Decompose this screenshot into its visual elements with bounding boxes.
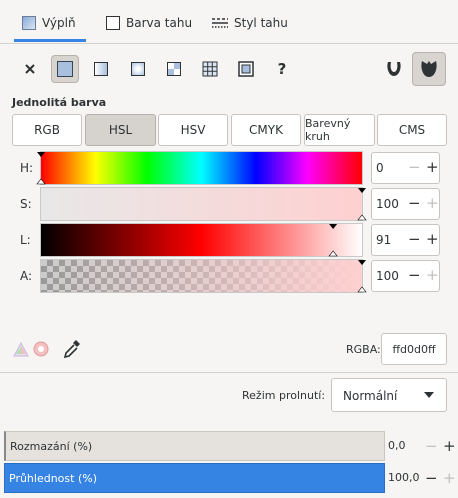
flat-color-icon — [57, 61, 73, 77]
minus-icon[interactable]: − — [408, 229, 421, 249]
section-title: Jednolitá barva — [12, 96, 107, 109]
fill-rule-nonzero-button[interactable] — [412, 52, 446, 86]
hue-slider[interactable] — [40, 151, 363, 185]
blend-mode-select[interactable]: Normální — [331, 378, 447, 412]
blur-label: Rozmazání (%) — [10, 439, 93, 453]
saturation-slider[interactable] — [40, 187, 363, 221]
alpha-value[interactable]: 100 — [376, 269, 399, 283]
plus-icon[interactable]: + — [426, 193, 439, 213]
mode-cms-button[interactable]: CMS — [377, 114, 447, 146]
paint-swatch-button[interactable] — [232, 55, 260, 83]
blur-value[interactable]: 0,0 — [388, 439, 406, 452]
saturation-label: S: — [20, 197, 32, 211]
hue-label: H: — [20, 161, 34, 175]
swatch-icon — [238, 61, 254, 77]
paint-none-button[interactable] — [16, 55, 44, 83]
mesh-icon — [202, 61, 218, 77]
paint-pattern-button[interactable] — [160, 55, 188, 83]
radial-gradient-icon — [131, 62, 145, 76]
lightness-slider[interactable] — [40, 223, 363, 257]
stroke-style-icon — [212, 18, 228, 28]
chevron-down-icon — [424, 392, 434, 398]
opacity-label: Průhlednost (%) — [9, 471, 97, 485]
mode-cmyk-button[interactable]: CMYK — [231, 114, 301, 146]
blur-plus-icon[interactable]: + — [443, 438, 456, 454]
eyedropper-icon[interactable] — [63, 339, 81, 359]
paint-flat-button[interactable] — [51, 55, 79, 83]
opacity-value[interactable]: 100,0 — [388, 471, 420, 484]
saturation-value[interactable]: 100 — [376, 197, 399, 211]
mode-rgb-button[interactable]: RGB — [12, 114, 82, 146]
mode-hsv-button[interactable]: HSV — [158, 114, 228, 146]
tab-stroke-style-label: Styl tahu — [234, 16, 288, 30]
opacity-minus-icon[interactable]: − — [425, 470, 438, 486]
minus-icon[interactable]: − — [408, 265, 421, 285]
unset-icon: ? — [277, 60, 287, 78]
close-icon — [25, 64, 35, 74]
lightness-spinbox[interactable]: 91 − + — [371, 224, 440, 256]
paint-radial-gradient-button[interactable] — [124, 55, 152, 83]
tab-bar: Výplň Barva tahu Styl tahu — [0, 0, 458, 44]
rgba-field[interactable]: ffd0d0ff — [381, 333, 447, 365]
panel-divider — [0, 372, 458, 373]
paint-mesh-button[interactable] — [196, 55, 224, 83]
tab-stroke-style[interactable]: Styl tahu — [212, 10, 292, 42]
alpha-slider[interactable] — [40, 259, 363, 293]
blend-mode-value: Normální — [343, 389, 398, 403]
minus-icon[interactable]: − — [408, 157, 421, 177]
plus-icon[interactable]: + — [426, 265, 439, 285]
mode-hsl-button[interactable]: HSL — [85, 114, 156, 146]
rgba-label: RGBA: — [346, 343, 381, 356]
tab-fill[interactable]: Výplň — [14, 10, 86, 42]
blend-mode-label: Režim prolnutí: — [242, 389, 326, 402]
paint-unset-button[interactable]: ? — [268, 55, 296, 83]
plus-icon[interactable]: + — [426, 157, 439, 177]
hue-value[interactable]: 0 — [376, 161, 384, 175]
tab-divider — [0, 43, 458, 44]
fill-rule-evenodd-button[interactable] — [380, 55, 408, 83]
tab-stroke-paint-label: Barva tahu — [126, 16, 193, 30]
blur-minus-icon[interactable]: − — [425, 438, 438, 454]
fill-rule-nonzero-icon — [421, 61, 437, 77]
opacity-plus-icon[interactable]: + — [443, 470, 456, 486]
alpha-spinbox[interactable]: 100 − + — [371, 260, 440, 292]
tab-fill-label: Výplň — [42, 16, 76, 30]
fill-icon — [22, 16, 36, 30]
fill-rule-evenodd-icon — [387, 62, 401, 76]
lightness-label: L: — [20, 233, 31, 247]
hue-spinbox[interactable]: 0 − + — [371, 152, 440, 184]
blur-slider[interactable]: Rozmazání (%) — [4, 431, 385, 461]
pattern-icon — [167, 62, 181, 76]
saturation-spinbox[interactable]: 100 − + — [371, 188, 440, 220]
mode-color-wheel-button[interactable]: Barevný kruh — [304, 114, 375, 146]
opacity-slider[interactable]: Průhlednost (%) — [4, 463, 385, 493]
out-of-gamut-icon[interactable] — [33, 341, 49, 357]
stroke-paint-icon — [106, 16, 120, 30]
color-management-icon[interactable] — [12, 341, 30, 357]
tab-stroke-paint[interactable]: Barva tahu — [106, 10, 196, 42]
plus-icon[interactable]: + — [426, 229, 439, 249]
alpha-label: A: — [20, 269, 33, 283]
lightness-value[interactable]: 91 — [376, 233, 391, 247]
minus-icon[interactable]: − — [408, 193, 421, 213]
linear-gradient-icon — [94, 62, 108, 76]
paint-linear-gradient-button[interactable] — [87, 55, 115, 83]
